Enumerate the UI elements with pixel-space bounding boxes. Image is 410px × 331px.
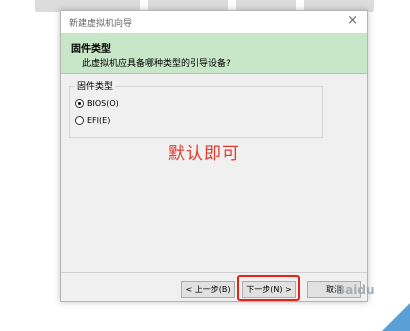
next-button-highlight: [237, 275, 300, 301]
close-icon[interactable]: ×: [347, 14, 358, 28]
baidu-watermark: Baidu: [336, 283, 375, 297]
wizard-header: 固件类型 此虚拟机应具备哪种类型的引导设备?: [61, 33, 367, 74]
annotation-text: 默认即可: [168, 144, 240, 164]
firmware-type-group: 固件类型 BIOS(O) EFI(E): [69, 79, 323, 138]
radio-button-checked[interactable]: [75, 99, 84, 108]
back-button[interactable]: < 上一步(B): [181, 281, 235, 298]
radio-label-efi: EFI(E): [87, 116, 111, 125]
page-title: 固件类型: [71, 44, 111, 55]
corner-decoration: [382, 303, 410, 331]
page-description: 此虚拟机应具备哪种类型的引导设备?: [82, 59, 231, 69]
group-label: 固件类型: [75, 79, 116, 92]
new-vm-wizard-dialog: 新建虚拟机向导 × 固件类型 此虚拟机应具备哪种类型的引导设备? 固件类型 BI…: [60, 10, 368, 302]
footer-divider: [61, 272, 367, 273]
radio-label-bios: BIOS(O): [87, 99, 119, 108]
title-bar: 新建虚拟机向导 ×: [61, 11, 367, 33]
window-title: 新建虚拟机向导: [69, 19, 133, 29]
radio-bios[interactable]: BIOS(O): [75, 99, 119, 108]
radio-button-unchecked[interactable]: [75, 116, 84, 125]
radio-efi[interactable]: EFI(E): [75, 116, 110, 125]
